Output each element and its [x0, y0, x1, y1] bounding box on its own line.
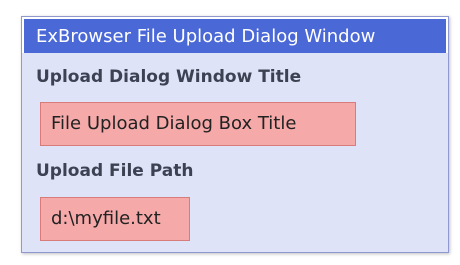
upload-dialog-panel: ExBrowser File Upload Dialog Window Uplo… [21, 16, 449, 253]
dialog-title-field[interactable]: File Upload Dialog Box Title [40, 102, 356, 146]
file-path-label: Upload File Path [36, 161, 194, 181]
screenshot-frame: ExBrowser File Upload Dialog Window Uplo… [0, 0, 460, 265]
dialog-title-label: Upload Dialog Window Title [36, 67, 302, 87]
window-title: ExBrowser File Upload Dialog Window [22, 17, 448, 53]
file-path-field[interactable]: d:\myfile.txt [40, 197, 190, 241]
